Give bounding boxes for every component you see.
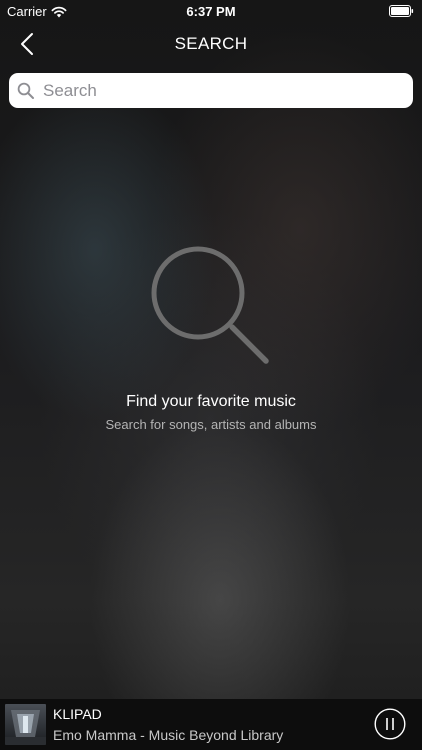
search-input[interactable]	[43, 75, 403, 106]
status-bar: Carrier 6:37 PM	[0, 0, 422, 22]
track-title: KLIPAD	[53, 706, 102, 722]
pause-button[interactable]	[374, 708, 406, 740]
search-screen: Carrier 6:37 PM SEARCH Search Find your …	[0, 0, 422, 750]
page-title: SEARCH	[174, 34, 248, 53]
track-subtitle: Emo Mamma - Music Beyond Library	[53, 727, 284, 743]
album-art-image	[5, 704, 46, 745]
search-icon	[17, 82, 34, 99]
pause-icon	[386, 718, 394, 730]
search-icon	[151, 246, 269, 364]
status-time: 6:37 PM	[186, 4, 236, 19]
search-bar[interactable]	[9, 73, 413, 108]
empty-state-title: Find your favorite music	[126, 393, 296, 410]
empty-state-subtitle: Search for songs, artists and albums	[105, 417, 317, 432]
now-playing-bar[interactable]: KLIPAD Emo Mamma - Music Beyond Library	[0, 699, 422, 750]
battery-icon	[389, 5, 414, 17]
album-art	[5, 704, 46, 745]
navigation-bar: SEARCH	[0, 22, 422, 66]
